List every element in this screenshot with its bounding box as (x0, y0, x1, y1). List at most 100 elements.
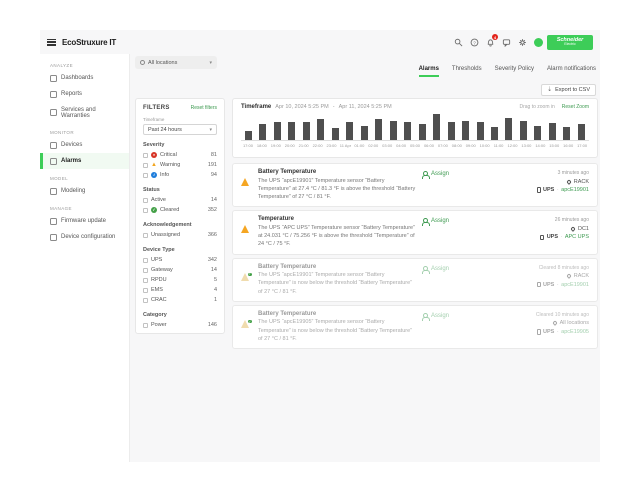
filter-option-count: 94 (211, 172, 217, 178)
tab-bar: Alarms Thresholds Severity Policy Alarm not… (419, 66, 596, 77)
alarm-card[interactable]: ✓Battery TemperatureThe UPS “apcE19901” … (232, 258, 598, 302)
tab-alarms[interactable]: Alarms (419, 66, 439, 77)
filter-option-rpdu[interactable]: RPDU5 (143, 275, 217, 285)
filter-option-gateway[interactable]: Gateway14 (143, 265, 217, 275)
notifications-bell-icon[interactable]: 4 (485, 37, 495, 47)
alarm-card[interactable]: Battery Temperature The UPS “apcE19901” T… (232, 163, 598, 207)
download-icon: ⇣ (547, 87, 552, 93)
alarm-location-label: RACK (574, 273, 589, 279)
reset-filters-link[interactable]: Reset filters (191, 105, 217, 111)
assign-label: Assign (431, 266, 449, 272)
assign-button[interactable]: Assign (421, 264, 501, 296)
sidebar-item-services-and-warranties[interactable]: Services and Warranties (40, 102, 129, 123)
alarm-device-name[interactable]: apcE19901 (561, 282, 589, 288)
drag-to-zoom-hint: Drag to zoom in (519, 104, 554, 110)
filter-option-ems[interactable]: EMS4 (143, 285, 217, 295)
filter-option-power[interactable]: Power146 (143, 320, 217, 330)
assign-person-icon (421, 171, 428, 178)
tab-thresholds[interactable]: Thresholds (452, 66, 482, 77)
assign-button[interactable]: Assign (421, 169, 501, 201)
assign-button[interactable]: Assign (421, 216, 501, 248)
checkbox[interactable] (143, 323, 148, 328)
tab-severity-policy[interactable]: Severity Policy (495, 66, 534, 77)
alarm-title: Battery Temperature (258, 169, 416, 175)
checkbox[interactable] (143, 163, 148, 168)
histogram-bar (259, 124, 266, 140)
sidebar-item-reports[interactable]: Reports (40, 86, 129, 102)
checkbox[interactable] (143, 208, 148, 213)
location-picker[interactable]: All locations ▾ (135, 56, 217, 69)
checkbox[interactable] (143, 278, 148, 283)
sidebar-item-dashboards[interactable]: Dashboards (40, 70, 129, 86)
avatar[interactable] (533, 37, 543, 47)
alarm-device-name[interactable]: APC UPS (565, 234, 589, 240)
filter-option-active[interactable]: Active14 (143, 195, 217, 205)
checkbox[interactable] (143, 233, 148, 238)
alarm-card[interactable]: TemperatureThe UPS “APC UPS” Temperature… (232, 210, 598, 254)
histogram-bar (317, 119, 324, 140)
timeframe-select[interactable]: Past 24 hours ▾ (143, 124, 217, 135)
alarm-meta: 26 minutes agoDC1UPS·APC UPS (506, 216, 589, 248)
alarm-text: Battery Temperature The UPS “apcE19901” T… (258, 169, 416, 201)
settings-icon[interactable] (517, 37, 527, 47)
filter-option-info[interactable]: iInfo94 (143, 170, 217, 180)
alarm-histogram[interactable] (241, 114, 589, 141)
filter-option-label: EMS (151, 287, 163, 293)
menu-icon[interactable] (47, 39, 56, 46)
alarm-location[interactable]: RACK (567, 273, 589, 279)
alarm-card[interactable]: ✓Battery TemperatureThe UPS “apcE19905” … (232, 305, 598, 349)
triangle-glyph (241, 172, 249, 186)
search-icon[interactable] (453, 37, 463, 47)
alarm-location[interactable]: All locations (553, 320, 589, 326)
checkbox[interactable] (143, 258, 148, 263)
assign-label: Assign (431, 218, 449, 224)
filter-option-warning[interactable]: ▲Warning191 (143, 160, 217, 170)
sidebar-item-modeling[interactable]: Modeling (40, 183, 129, 199)
alarm-device-type: UPS (543, 282, 554, 288)
filter-option-unassigned[interactable]: Unassigned366 (143, 230, 217, 240)
histogram-bar (404, 122, 411, 140)
services-warranties-icon (50, 109, 57, 116)
checkbox[interactable] (143, 288, 148, 293)
sidebar-item-firmware-update[interactable]: Firmware update (40, 213, 129, 229)
histogram-bar (274, 122, 281, 140)
x-tick-label: 13:00 (519, 143, 533, 148)
sidebar-item-label: Services and Warranties (61, 107, 119, 119)
alarm-location[interactable]: RACK (567, 179, 589, 185)
sidebar-item-alarms[interactable]: Alarms (40, 153, 129, 169)
filter-option-cleared[interactable]: ✓Cleared352 (143, 205, 217, 215)
alarm-device-name[interactable]: apcE19901 (561, 187, 589, 193)
filter-option-crac[interactable]: CRAC1 (143, 295, 217, 305)
filter-option-critical[interactable]: ×Critical81 (143, 150, 217, 160)
filter-group-label-category: Category (143, 312, 217, 318)
top-bar: EcoStruxure IT ?4 Schneider Electric (40, 30, 600, 54)
sidebar-item-device-configuration[interactable]: Device configuration (40, 229, 129, 245)
filter-group-label-status: Status (143, 187, 217, 193)
checkbox[interactable] (143, 153, 148, 158)
checkbox[interactable] (143, 268, 148, 273)
sidebar-item-devices[interactable]: Devices (40, 137, 129, 153)
alarm-description: The UPS “apcE19901” Temperature sensor “… (258, 177, 416, 202)
chart-title: Timeframe (241, 104, 271, 110)
filter-option-ups[interactable]: UPS342 (143, 255, 217, 265)
histogram-bar (477, 122, 484, 140)
filter-option-label: CRAC (151, 297, 167, 303)
sidebar-item-label: Dashboards (61, 75, 93, 81)
export-to-csv-button[interactable]: ⇣ Export to CSV (541, 84, 596, 96)
topbar-actions: ?4 (453, 37, 543, 47)
tab-alarm-notifications[interactable]: Alarm notifications (547, 66, 596, 77)
alarm-location[interactable]: DC1 (571, 226, 589, 232)
help-icon[interactable]: ? (469, 37, 479, 47)
ups-device-icon (537, 329, 541, 335)
checkbox[interactable] (143, 198, 148, 203)
reset-zoom-link[interactable]: Reset Zoom (562, 104, 589, 110)
checkbox[interactable] (143, 173, 148, 178)
alarm-device-name[interactable]: apcE19905 (561, 329, 589, 335)
assign-button[interactable]: Assign (421, 311, 501, 343)
alarm-device: UPS·apcE19901 (537, 187, 590, 193)
feedback-icon[interactable] (501, 37, 511, 47)
schneider-electric-logo[interactable]: Schneider Electric (547, 35, 593, 50)
filter-option-label: Power (151, 322, 167, 328)
alarm-list: Battery Temperature The UPS “apcE19901” T… (232, 163, 598, 349)
checkbox[interactable] (143, 298, 148, 303)
